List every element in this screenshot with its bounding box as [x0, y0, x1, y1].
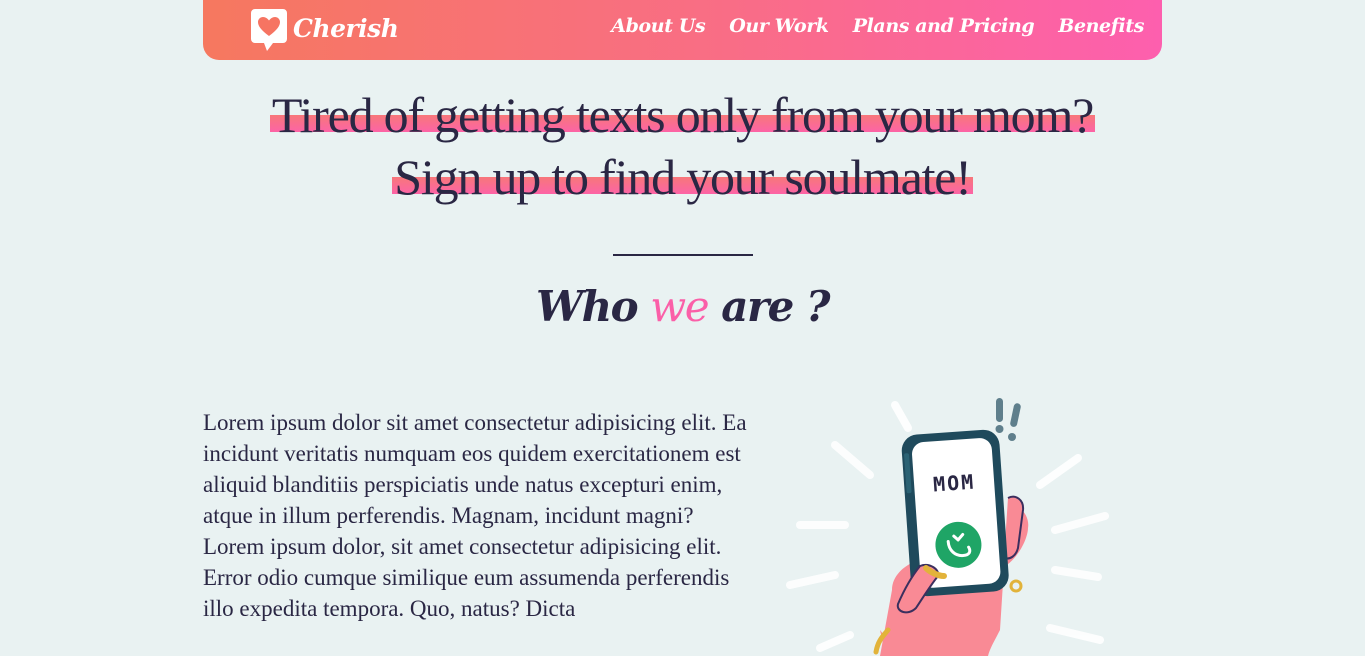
about-text: Lorem ipsum dolor sit amet consectetur a…	[203, 407, 763, 624]
nav-link-our-work[interactable]: Our Work	[729, 15, 829, 37]
nav-link-benefits[interactable]: Benefits	[1058, 15, 1144, 37]
about-paragraph-1: Lorem ipsum dolor sit amet consectetur a…	[203, 410, 747, 528]
nav-link-about-us[interactable]: About Us	[611, 15, 705, 37]
hero-line-2: Sign up to find your soulmate!	[392, 149, 973, 205]
section-title-accent: we	[650, 282, 709, 331]
phone-call-illustration: MOM	[786, 398, 1109, 656]
navbar: Cherish About Us Our Work Plans and Pric…	[203, 0, 1162, 60]
nav-link-plans-and-pricing[interactable]: Plans and Pricing	[853, 15, 1035, 37]
about-paragraph-2: Lorem ipsum dolor, sit amet consectetur …	[203, 534, 730, 621]
section-divider	[613, 254, 753, 256]
nav-links: About Us Our Work Plans and Pricing Bene…	[611, 15, 1144, 37]
section-title-who: Who	[535, 282, 639, 331]
section-title: Who we are ?	[200, 282, 1165, 331]
brand-name: Cherish	[293, 13, 399, 43]
hero-headline: Tired of getting texts only from your mo…	[200, 84, 1165, 208]
phone-caller-name: MOM	[932, 470, 976, 497]
ring-drawing-2	[1009, 579, 1023, 593]
hero-line-1: Tired of getting texts only from your mo…	[269, 87, 1096, 143]
brand-logo[interactable]: Cherish	[251, 9, 399, 51]
heart-chat-bubble-icon	[251, 9, 287, 51]
section-title-rest: are ?	[721, 282, 830, 331]
exclamation-icon	[995, 398, 1021, 441]
